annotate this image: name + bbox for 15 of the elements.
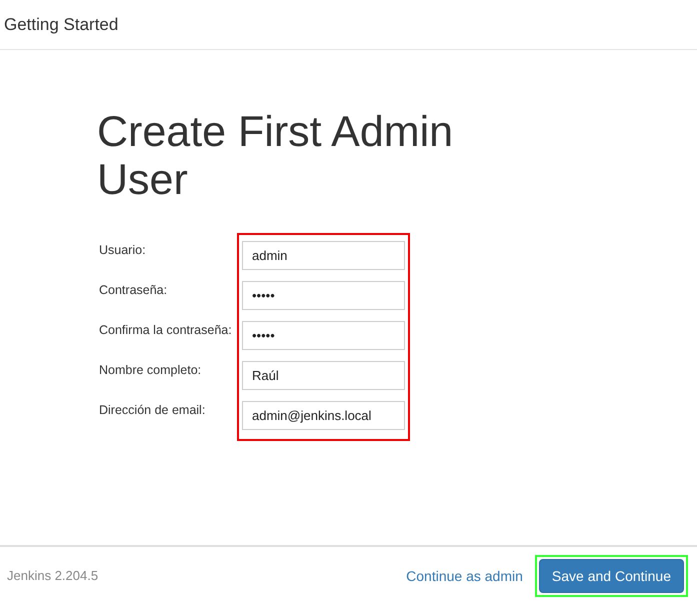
field-label: Confirma la contraseña: bbox=[99, 322, 233, 339]
field-label: Dirección de email: bbox=[99, 402, 206, 419]
field-label: Contraseña: bbox=[99, 282, 168, 299]
input-field[interactable]: admin@jenkins.local bbox=[242, 401, 405, 430]
version-label: Jenkins 2.204.5 bbox=[7, 567, 98, 586]
input-field[interactable]: ••••• bbox=[242, 281, 405, 310]
field-label: Nombre completo: bbox=[99, 362, 202, 379]
save-and-continue-button[interactable]: Save and Continue bbox=[538, 559, 684, 593]
input-field[interactable]: ••••• bbox=[242, 321, 405, 350]
input-field[interactable]: admin bbox=[242, 241, 405, 270]
page-heading: Create First Admin User bbox=[97, 108, 454, 204]
continue-as-admin-link[interactable]: Continue as admin bbox=[406, 566, 523, 586]
field-label: Usuario: bbox=[99, 242, 147, 259]
window-title: Getting Started bbox=[4, 14, 118, 36]
input-field[interactable]: Raúl bbox=[242, 361, 405, 390]
